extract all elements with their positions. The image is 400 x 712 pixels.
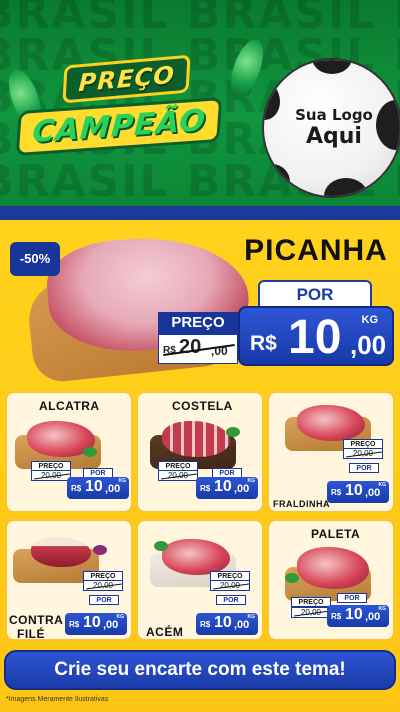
meat-cut: [162, 421, 230, 457]
new-price: R$ 10 ,00 KG: [196, 613, 258, 635]
flyer: BRASIL BRASIL BRASIL BRASIL BRASIL BRASI…: [0, 0, 400, 712]
cta-banner[interactable]: Crie seu encarte com este tema!: [4, 650, 396, 690]
product-card-fraldinha: PREÇO 20,00 POR R$ 10 ,00 KG FRALDINHA: [268, 392, 394, 512]
product-name: COSTELA: [172, 399, 233, 413]
price-cents: ,00: [234, 483, 250, 495]
new-price: R$ 10 ,00 KG: [67, 477, 129, 499]
product-card-contra-file: PREÇO 20,00 POR R$ 10 ,00 KG CONTRA FILÉ: [6, 520, 132, 640]
meat-cut: [297, 405, 365, 441]
unit-label: KG: [118, 478, 127, 484]
unit-label: KG: [247, 478, 256, 484]
logo-line-1: Sua Logo: [295, 106, 373, 124]
divider-stripe: [0, 206, 400, 220]
currency: R$: [200, 620, 211, 629]
new-price: R$ 10 ,00 KG: [327, 605, 389, 627]
price-integer: 10: [83, 614, 101, 631]
old-price: 20,00: [291, 607, 331, 618]
onion-garnish: [93, 545, 107, 555]
meat-cut: [297, 547, 369, 589]
old-price: 20,00: [210, 580, 250, 591]
herb-garnish: [285, 573, 299, 583]
old-price: 20,00: [343, 448, 383, 459]
new-price: R$ 10 ,00 KG: [65, 613, 127, 635]
product-name: FRALDINHA: [273, 499, 330, 509]
herb-garnish: [154, 541, 168, 551]
discount-badge: -50%: [10, 242, 60, 276]
product-card-alcatra: ALCATRA PREÇO 20,00 POR R$ 10 ,00: [6, 392, 132, 512]
old-price-value: R$ 20 ,00: [158, 334, 238, 364]
currency: R$: [250, 332, 277, 355]
price-cents: ,00: [365, 487, 381, 499]
por-label: POR: [89, 595, 119, 605]
featured-new-price: KG R$ 10 ,00: [238, 306, 394, 366]
old-price-tag: PREÇO 20,00 POR: [198, 571, 260, 619]
meat-cut: [31, 537, 91, 567]
disclaimer: *Imagens Meramente Ilustrativas: [6, 696, 109, 703]
old-price: 20,00: [31, 470, 71, 481]
brand-line-preco: PREÇO: [62, 54, 192, 104]
por-label: POR: [337, 593, 367, 603]
herb-garnish: [83, 447, 97, 457]
new-price: R$ 10 ,00 KG: [196, 477, 258, 499]
price-cents: ,00: [350, 330, 387, 360]
currency: R$: [331, 488, 342, 497]
soccer-ball-logo-placeholder: Sua Logo Aqui: [262, 58, 400, 198]
price-integer: 10: [214, 614, 232, 631]
old-price: 20,00: [158, 470, 198, 481]
unit-label: KG: [378, 482, 387, 488]
new-price: R$ 10 ,00 KG: [327, 481, 389, 503]
product-card-costela: COSTELA PREÇO 20,00 POR R$ 10 ,00: [137, 392, 263, 512]
product-name: PALETA: [311, 527, 361, 541]
currency: R$: [331, 612, 342, 621]
price-cents: ,00: [103, 619, 119, 631]
unit-label: KG: [361, 314, 379, 326]
meat-cut: [162, 539, 230, 575]
ball-patch: [312, 60, 352, 74]
featured-product-name: PICANHA: [244, 234, 388, 267]
price-integer: 10: [288, 311, 342, 364]
new-price-tag: POR R$ 10 ,00 KG: [196, 461, 258, 509]
price-integer: 10: [214, 478, 232, 495]
price-cents: ,00: [365, 611, 381, 623]
product-name-line-1: CONTRA: [9, 613, 64, 627]
header-banner: BRASIL BRASIL BRASIL BRASIL BRASIL BRASI…: [0, 0, 400, 210]
logo-placeholder-text: Sua Logo Aqui: [264, 106, 400, 150]
ball-patch: [264, 164, 290, 196]
currency: R$: [69, 620, 80, 629]
product-name-line-2: FILÉ: [17, 627, 45, 640]
old-price-tag: PREÇO 20,00 POR: [331, 439, 393, 487]
unit-label: KG: [378, 606, 387, 612]
new-price-tag: POR R$ 10 ,00 KG: [67, 461, 129, 509]
old-price: 20,00: [83, 580, 123, 591]
por-label: POR: [216, 595, 246, 605]
featured-old-price: PREÇO R$ 20 ,00: [158, 312, 238, 364]
currency: R$: [200, 484, 211, 493]
product-card-acem: PREÇO 20,00 POR R$ 10 ,00 KG ACÉM: [137, 520, 263, 640]
old-price-tag: PREÇO 20,00 POR: [71, 571, 131, 619]
unit-label: KG: [247, 614, 256, 620]
brand-line-campeao: CAMPEÃO: [15, 96, 223, 157]
herb-garnish: [226, 427, 240, 437]
price-integer: 10: [85, 478, 103, 495]
price-integer: 10: [345, 482, 363, 499]
price-cents: ,00: [105, 483, 121, 495]
price-integer: 20: [179, 336, 202, 358]
ball-patch: [324, 178, 368, 196]
product-name: ACÉM: [146, 625, 184, 639]
currency: R$: [71, 484, 82, 493]
por-label: POR: [349, 463, 379, 473]
brand-logo: PREÇO CAMPEÃO: [2, 35, 270, 170]
featured-offer: -50% PICANHA POR KG R$ 10 ,00 PREÇO R$ 2…: [0, 220, 400, 390]
price-cents: ,00: [234, 619, 250, 631]
old-price-label: PREÇO: [158, 312, 238, 334]
product-name: ALCATRA: [39, 399, 100, 413]
unit-label: KG: [116, 614, 125, 620]
price-integer: 10: [345, 606, 363, 623]
old-price-label: PREÇO: [291, 597, 331, 607]
logo-line-2: Aqui: [306, 124, 362, 149]
product-grid: ALCATRA PREÇO 20,00 POR R$ 10 ,00: [0, 392, 400, 644]
offers-area: -50% PICANHA POR KG R$ 10 ,00 PREÇO R$ 2…: [0, 220, 400, 712]
product-card-paleta: PALETA POR 20,00 PREÇO R$ 10 ,00 KG: [268, 520, 394, 640]
